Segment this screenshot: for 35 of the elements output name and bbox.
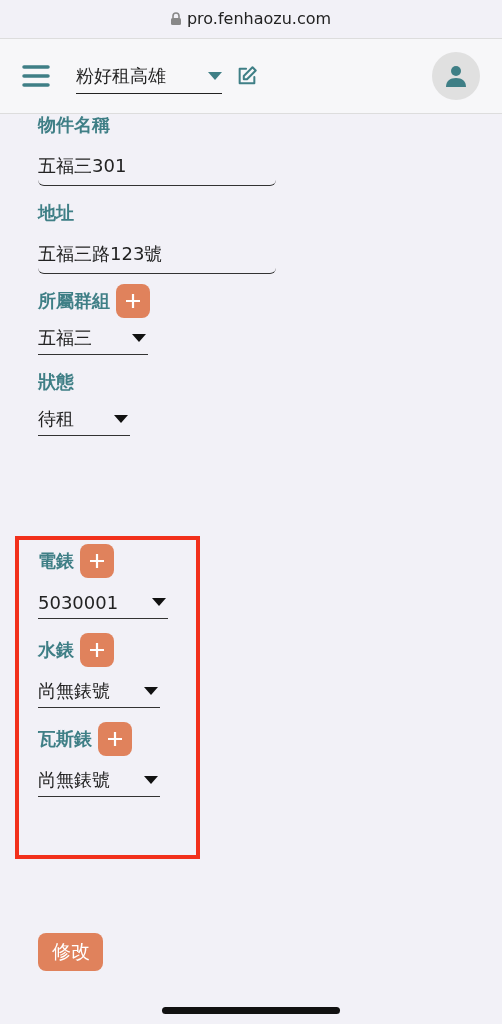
field-label: 所屬群組	[38, 289, 110, 313]
field-label: 瓦斯錶	[38, 727, 92, 751]
caret-icon	[132, 334, 146, 342]
plus-icon	[89, 642, 105, 658]
account-dropdown[interactable]: 粉好租高雄	[76, 58, 222, 94]
lock-icon	[170, 11, 181, 25]
add-button[interactable]	[80, 633, 114, 667]
dropdown[interactable]: 尚無錶號	[38, 675, 160, 708]
field-label: 水錶	[38, 638, 74, 662]
plus-icon	[89, 553, 105, 569]
edit-icon[interactable]	[236, 65, 258, 87]
add-button[interactable]	[116, 284, 150, 318]
field-label: 物件名稱	[38, 113, 110, 137]
avatar[interactable]	[432, 52, 480, 100]
dropdown[interactable]: 五福三	[38, 322, 148, 355]
dropdown[interactable]: 5030001	[38, 586, 169, 619]
caret-icon	[152, 598, 167, 606]
plus-icon	[107, 731, 123, 747]
text-field[interactable]: 五福三路123號	[38, 234, 276, 274]
add-button[interactable]	[98, 722, 132, 756]
menu-icon[interactable]	[22, 64, 50, 88]
caret-icon	[208, 71, 222, 80]
plus-icon	[125, 293, 141, 309]
add-button[interactable]	[80, 544, 114, 578]
field-label: 地址	[38, 201, 74, 225]
url-text: pro.fenhaozu.com	[186, 8, 332, 28]
dropdown[interactable]: 尚無錶號	[38, 764, 160, 797]
caret-icon	[144, 687, 158, 695]
text-field[interactable]: 五福三301	[38, 146, 276, 186]
field-label: 電錶	[38, 549, 74, 573]
caret-icon	[144, 776, 158, 784]
caret-icon	[114, 415, 128, 423]
dropdown[interactable]: 待租	[38, 403, 130, 436]
field-label: 狀態	[38, 370, 74, 394]
person-icon	[446, 65, 466, 87]
